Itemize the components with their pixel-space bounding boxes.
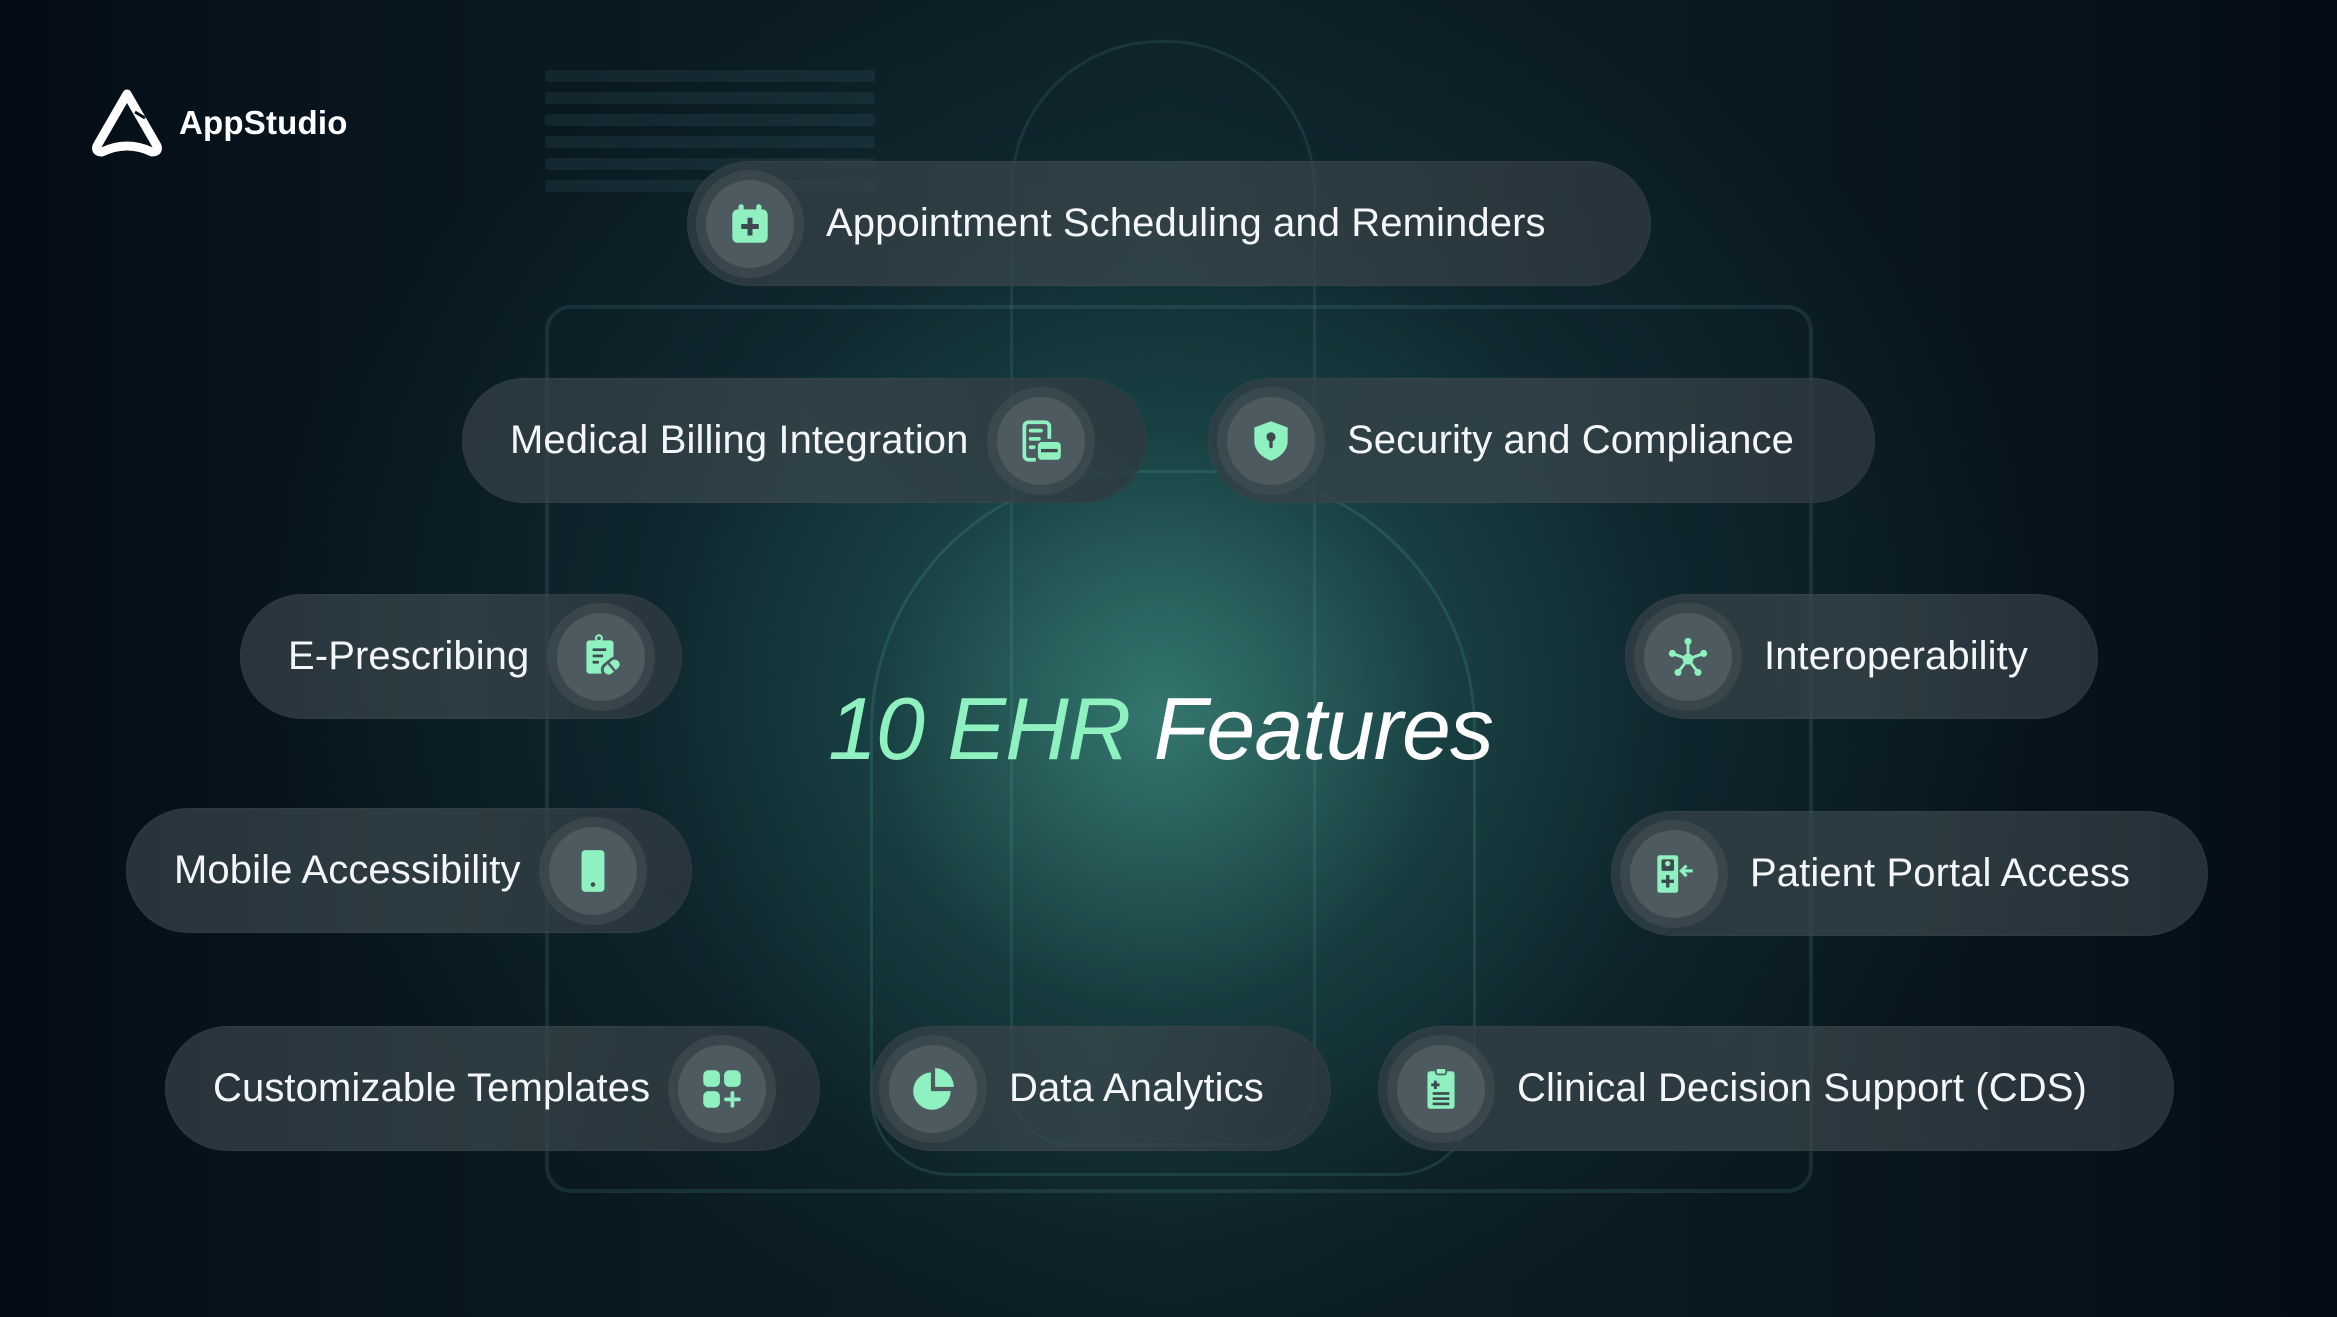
feature-data-analytics[interactable]: Data Analytics	[870, 1026, 1331, 1151]
smartphone-icon	[581, 849, 605, 892]
feature-e-prescribing[interactable]: E-Prescribing	[240, 594, 682, 719]
feature-appointment-scheduling[interactable]: Appointment Scheduling and Reminders	[687, 161, 1651, 286]
clipboard-pill-icon	[586, 633, 624, 678]
feature-clinical-decision-support[interactable]: Clinical Decision Support (CDS)	[1378, 1026, 2174, 1151]
patient-portal-login-icon	[1657, 854, 1693, 893]
feature-label: Interoperability	[1764, 634, 2028, 678]
medical-clipboard-icon	[1427, 1066, 1455, 1109]
feature-patient-portal[interactable]: Patient Portal Access	[1611, 811, 2208, 936]
feature-mobile-accessibility[interactable]: Mobile Accessibility	[126, 808, 692, 933]
feature-label: Customizable Templates	[213, 1066, 651, 1110]
feature-label: Medical Billing Integration	[510, 418, 969, 462]
appstudio-logo-icon	[92, 89, 162, 157]
network-hub-icon	[1668, 637, 1708, 676]
brand-name: AppStudio	[179, 104, 348, 141]
billing-document-card-icon	[1021, 419, 1061, 462]
title-main: Features	[1153, 679, 1494, 778]
feature-interoperability[interactable]: Interoperability	[1625, 594, 2098, 719]
feature-label: Clinical Decision Support (CDS)	[1517, 1066, 2087, 1110]
feature-label: Security and Compliance	[1347, 418, 1794, 462]
title-accent: 10 EHR	[828, 679, 1131, 778]
calendar-plus-icon	[732, 203, 768, 243]
feature-label: Patient Portal Access	[1750, 851, 2131, 895]
shield-keyhole-icon	[1254, 420, 1288, 461]
feature-label: E-Prescribing	[288, 634, 530, 678]
feature-label: Appointment Scheduling and Reminders	[826, 201, 1546, 245]
grid-add-icon	[703, 1069, 741, 1108]
feature-label: Mobile Accessibility	[174, 848, 521, 892]
feature-security-compliance[interactable]: Security and Compliance	[1208, 378, 1875, 503]
feature-label: Data Analytics	[1009, 1066, 1264, 1110]
feature-customizable-templates[interactable]: Customizable Templates	[165, 1026, 820, 1151]
pie-chart-icon	[913, 1067, 954, 1110]
brand-logo[interactable]: AppStudio	[89, 88, 348, 158]
feature-medical-billing[interactable]: Medical Billing Integration	[462, 378, 1147, 503]
